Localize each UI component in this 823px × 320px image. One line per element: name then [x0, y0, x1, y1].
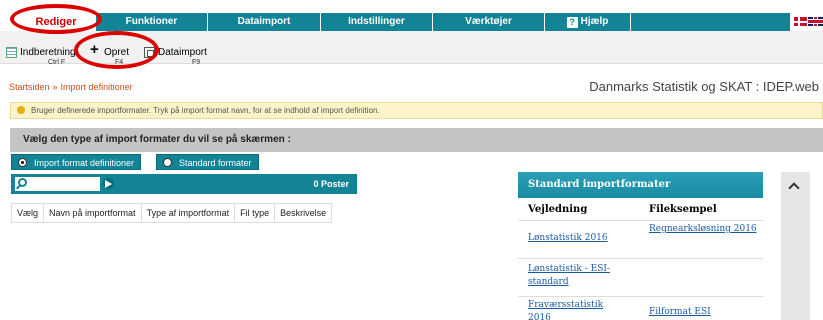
radio-label-standard: Standard formater — [179, 158, 252, 168]
english-flag-icon[interactable] — [808, 17, 823, 26]
info-bar: Bruger definerede importformater. Tryk p… — [10, 102, 823, 119]
radio-selected-icon — [18, 158, 27, 167]
indberetning-shortcut: Ctrl F — [48, 59, 66, 66]
col-fileksempel: Fileksempel — [649, 204, 717, 215]
fileksempel-link[interactable]: Filformat ESI — [649, 306, 759, 319]
col-header-filtype[interactable]: Fil type — [235, 204, 276, 222]
dataimport-button[interactable]: Dataimport F9 — [158, 47, 207, 66]
breadcrumb-separator: » — [52, 82, 58, 92]
lightbulb-icon — [17, 106, 25, 114]
col-vejledning: Vejledning — [528, 204, 588, 215]
vejledning-link[interactable]: Lønstatistik 2016 — [528, 232, 643, 245]
dataimport-label: Dataimport — [158, 47, 207, 58]
col-header-type[interactable]: Type af importformat — [142, 204, 236, 222]
table-row: Lønstatistik - ESI-standard — [518, 258, 763, 296]
col-header-beskrivelse[interactable]: Beskrivelse — [275, 204, 331, 222]
help-icon: ? — [566, 17, 578, 28]
radio-import-format-definitioner[interactable]: Import format definitioner — [11, 154, 142, 170]
report-grid-icon — [6, 47, 17, 58]
standard-formats-title: Standard importformater — [518, 172, 763, 198]
standard-formats-header: Vejledning Fileksempel — [518, 200, 763, 220]
play-arrow-icon — [105, 180, 112, 188]
main-menu-bar: Rediger Funktioner Dataimport Indstillin… — [0, 0, 823, 31]
info-message: Bruger definerede importformater. Tryk p… — [31, 106, 380, 115]
menu-item-hjaelp-label: Hjælp — [580, 16, 609, 27]
search-bar: 0 Poster — [11, 174, 357, 194]
menu-item-indstillinger[interactable]: Indstillinger — [321, 13, 433, 31]
format-type-radio-group: Import format definitioner Standard form… — [10, 152, 823, 171]
chevron-up-icon[interactable] — [788, 182, 800, 194]
annotation-circle-opret — [74, 31, 159, 69]
menu-item-funktioner[interactable]: Funktioner — [96, 13, 208, 31]
indberetning-label: Indberetning — [20, 47, 76, 58]
menu-item-dataimport[interactable]: Dataimport — [208, 13, 321, 31]
menu-item-hjaelp[interactable]: ? Hjælp — [545, 13, 631, 31]
vejledning-link[interactable]: Fraværsstatistik 2016 — [528, 299, 613, 320]
breadcrumb-current[interactable]: Import definitioner — [61, 82, 133, 92]
col-header-navn[interactable]: Navn på importformat — [44, 204, 142, 222]
breadcrumb-home[interactable]: Startsiden — [9, 82, 50, 92]
col-header-vaelg: Vælg — [12, 204, 45, 222]
radio-unselected-icon — [163, 158, 172, 167]
site-title: Danmarks Statistik og SKAT : IDEP.web — [589, 79, 819, 94]
breadcrumb: Startsiden» Import definitioner — [9, 82, 133, 92]
format-type-heading: Vælg den type af import formater du vil … — [10, 128, 823, 152]
record-count: 0 Poster — [313, 179, 349, 189]
menu-item-vaerktoejer[interactable]: Værktøjer — [433, 13, 545, 31]
annotation-circle-rediger — [10, 4, 102, 34]
table-header-row: Vælg Navn på importformat Type af import… — [11, 203, 333, 223]
danish-flag-icon[interactable] — [794, 17, 807, 26]
vejledning-link[interactable]: Lønstatistik - ESI-standard — [528, 263, 628, 289]
standard-formats-panel: Standard importformater Vejledning Filek… — [518, 172, 763, 320]
table-row: Lønstatistik 2016 Regnearksløsning 2016 — [518, 220, 763, 258]
fileksempel-link[interactable]: Regnearksløsning 2016 — [649, 223, 759, 236]
radio-label-import-format: Import format definitioner — [34, 158, 135, 168]
vertical-scrollbar[interactable] — [781, 172, 810, 320]
dataimport-shortcut: F9 — [192, 59, 201, 66]
search-icon — [18, 178, 27, 187]
search-input[interactable] — [15, 177, 100, 191]
radio-standard-formater[interactable]: Standard formater — [156, 154, 259, 170]
indberetning-button[interactable]: Indberetning Ctrl F — [20, 47, 76, 66]
table-row: Fraværsstatistik 2016 Filformat ESI — [518, 296, 763, 320]
